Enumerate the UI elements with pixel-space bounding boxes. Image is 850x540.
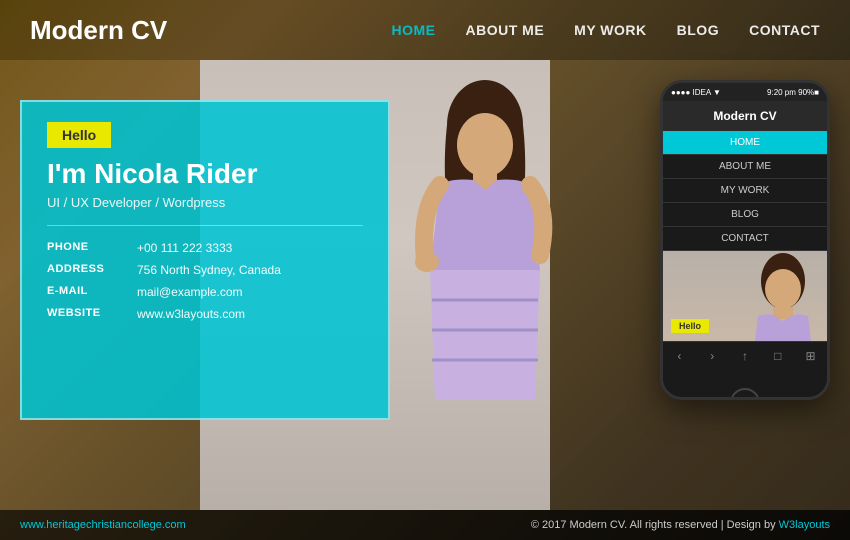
mobile-mockup: ●●●● IDEA ▼ 9:20 pm 90%■ Modern CV HOME … xyxy=(660,80,830,400)
mobile-bottom-bar: ‹ › ↑ □ ⊞ xyxy=(663,341,827,369)
person-name: I'm Nicola Rider xyxy=(47,158,363,190)
mobile-content: Modern CV HOME ABOUT ME MY WORK BLOG CON… xyxy=(663,101,827,385)
person-image xyxy=(385,70,585,400)
mobile-status-bar: ●●●● IDEA ▼ 9:20 pm 90%■ xyxy=(663,83,827,101)
mobile-nav-contact[interactable]: CONTACT xyxy=(663,227,827,251)
nav-home[interactable]: HOME xyxy=(392,22,436,38)
footer-copyright: © 2017 Modern CV. All rights reserved | … xyxy=(531,519,830,531)
mobile-nav-about[interactable]: ABOUT ME xyxy=(663,155,827,179)
contact-info: PHONE +00 111 222 3333 ADDRESS 756 North… xyxy=(47,241,363,321)
design-link[interactable]: W3layouts xyxy=(779,519,830,531)
footer-left-link[interactable]: www.heritagechristiancollege.com xyxy=(20,519,186,531)
main-nav: HOME ABOUT ME MY WORK BLOG CONTACT xyxy=(392,22,821,38)
mobile-back-icon[interactable]: ‹ xyxy=(671,348,687,364)
mobile-nav-home[interactable]: HOME xyxy=(663,131,827,155)
mobile-tabs-icon[interactable]: ⊞ xyxy=(803,348,819,364)
header: Modern CV HOME ABOUT ME MY WORK BLOG CON… xyxy=(0,0,850,60)
nav-blog[interactable]: BLOG xyxy=(677,22,719,38)
mobile-nav-work[interactable]: MY WORK xyxy=(663,179,827,203)
mobile-share-icon[interactable]: ↑ xyxy=(737,348,753,364)
info-card: Hello I'm Nicola Rider UI / UX Developer… xyxy=(20,100,390,420)
email-label: E-MAIL xyxy=(47,285,127,299)
copyright-text: © 2017 Modern CV. All rights reserved | … xyxy=(531,519,776,531)
phone-value: +00 111 222 3333 xyxy=(137,241,363,255)
mobile-status-left: ●●●● IDEA ▼ xyxy=(671,88,721,97)
address-label: ADDRESS xyxy=(47,263,127,277)
mobile-nav: HOME ABOUT ME MY WORK BLOG CONTACT xyxy=(663,131,827,251)
mobile-header: Modern CV xyxy=(663,101,827,131)
website-label: WEBSITE xyxy=(47,307,127,321)
hello-badge: Hello xyxy=(47,122,111,148)
card-divider xyxy=(47,225,363,226)
mobile-status-right: 9:20 pm 90%■ xyxy=(767,88,819,97)
phone-label: PHONE xyxy=(47,241,127,255)
mobile-forward-icon[interactable]: › xyxy=(704,348,720,364)
mobile-logo: Modern CV xyxy=(671,109,819,123)
person-role: UI / UX Developer / Wordpress xyxy=(47,195,363,210)
main-content: Hello I'm Nicola Rider UI / UX Developer… xyxy=(0,60,850,510)
mobile-hello-badge: Hello xyxy=(671,319,709,333)
nav-work[interactable]: MY WORK xyxy=(574,22,646,38)
footer: www.heritagechristiancollege.com © 2017 … xyxy=(0,510,850,540)
mobile-person-area: Hello xyxy=(663,251,827,341)
site-logo: Modern CV xyxy=(30,15,392,46)
nav-about[interactable]: ABOUT ME xyxy=(466,22,545,38)
mobile-nav-blog[interactable]: BLOG xyxy=(663,203,827,227)
nav-contact[interactable]: CONTACT xyxy=(749,22,820,38)
website-value: www.w3layouts.com xyxy=(137,307,363,321)
mobile-bookmark-icon[interactable]: □ xyxy=(770,348,786,364)
mobile-home-button[interactable] xyxy=(730,388,760,400)
address-value: 756 North Sydney, Canada xyxy=(137,263,363,277)
email-value: mail@example.com xyxy=(137,285,363,299)
